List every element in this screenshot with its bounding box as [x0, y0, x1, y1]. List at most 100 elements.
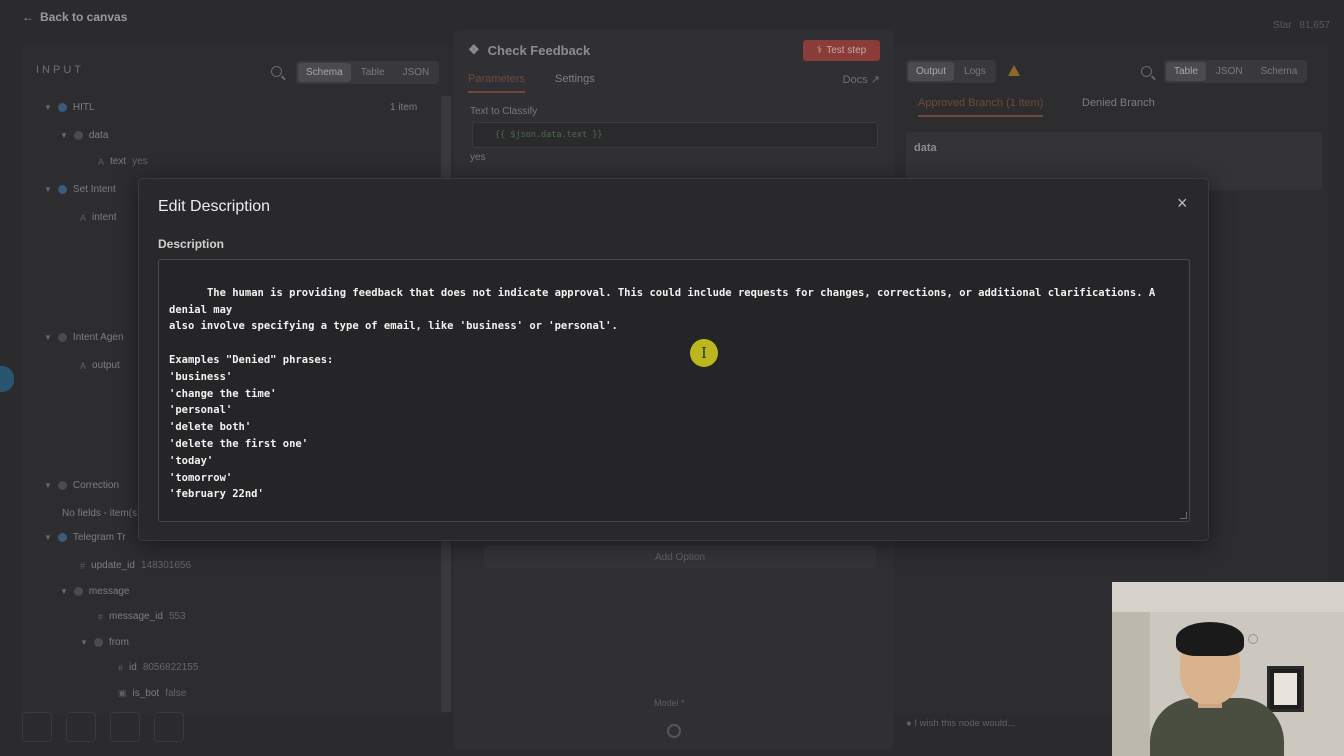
- ceiling: [1112, 582, 1344, 612]
- presenter-hair: [1176, 622, 1244, 656]
- tree-row[interactable]: ▣ is_bot false: [118, 688, 186, 699]
- tree-note: No fields - item(s: [62, 508, 138, 519]
- tab-denied-branch[interactable]: Denied Branch: [1082, 97, 1155, 109]
- text-cursor-icon: I: [701, 344, 707, 362]
- tab-json[interactable]: JSON: [1208, 62, 1251, 81]
- chevron-down-icon: ▼: [44, 481, 52, 490]
- arrow-left-icon: ←: [22, 10, 34, 24]
- object-icon: [73, 587, 83, 596]
- chevron-down-icon: ▼: [80, 638, 88, 647]
- text-to-classify-label: Text to Classify: [470, 106, 538, 117]
- node-icon: [57, 481, 67, 490]
- fit-view-button[interactable]: [22, 712, 52, 742]
- tree-value: 8056822155: [142, 662, 199, 673]
- tree-row[interactable]: ▼ HITL: [44, 102, 95, 113]
- expression-preview: yes: [470, 152, 486, 163]
- tree-row[interactable]: # id 8056822155: [118, 662, 198, 673]
- node-icon: [57, 333, 67, 342]
- star-label: Star: [1273, 20, 1292, 31]
- flask-icon: ⚕: [816, 45, 823, 56]
- add-option-button[interactable]: Add Option: [484, 546, 876, 568]
- star-button[interactable]: Star 81,657: [1273, 20, 1330, 31]
- number-type-icon: #: [80, 560, 86, 571]
- tab-logs[interactable]: Logs: [956, 62, 994, 81]
- docs-label: Docs: [842, 74, 868, 86]
- model-label: Model *: [654, 698, 685, 708]
- canvas-controls: [22, 712, 184, 742]
- input-header: INPUT: [36, 64, 84, 76]
- tab-table[interactable]: Table: [1166, 62, 1206, 81]
- tree-label: from: [108, 637, 129, 648]
- canvas-edge-handle: [0, 366, 14, 392]
- description-label: Description: [158, 237, 225, 251]
- output-tabs: Output Logs: [906, 60, 996, 83]
- tree-row[interactable]: ▼ data: [60, 130, 108, 141]
- chevron-down-icon: ▼: [60, 587, 68, 596]
- tree-row[interactable]: ▼ message: [60, 586, 130, 597]
- tab-json[interactable]: JSON: [395, 63, 438, 82]
- tree-label: Correction: [72, 480, 120, 491]
- description-textarea[interactable]: The human is providing feedback that doe…: [158, 259, 1190, 522]
- tab-parameters[interactable]: Parameters: [468, 73, 525, 93]
- chevron-down-icon: ▼: [60, 131, 68, 140]
- tree-label: id: [129, 662, 137, 673]
- lightbulb-icon: ●: [906, 718, 912, 729]
- tree-label: update_id: [91, 560, 135, 571]
- tab-output[interactable]: Output: [908, 62, 955, 81]
- tab-table[interactable]: Table: [353, 63, 393, 82]
- tab-settings[interactable]: Settings: [555, 73, 595, 85]
- warning-icon: [1008, 65, 1020, 76]
- tree-row[interactable]: # message_id 553: [98, 611, 186, 622]
- output-view-tabs: Table JSON Schema: [1164, 60, 1308, 83]
- tree-row[interactable]: A intent: [80, 212, 116, 223]
- search-icon[interactable]: [271, 66, 282, 77]
- tree-label: Telegram Tr: [72, 532, 126, 543]
- object-icon: [93, 638, 103, 647]
- tag-icon: ❖: [468, 42, 480, 57]
- close-icon[interactable]: ×: [1177, 194, 1188, 212]
- feedback-link[interactable]: ● I wish this node would...: [906, 718, 1015, 729]
- tree-row[interactable]: ▼ Correction: [44, 480, 119, 491]
- search-icon[interactable]: [1141, 66, 1152, 77]
- tree-row[interactable]: A output: [80, 360, 120, 371]
- gear-icon[interactable]: [667, 724, 681, 738]
- text-to-classify-input[interactable]: {{ $json.data.text }}: [472, 122, 878, 148]
- string-type-icon: A: [98, 156, 105, 167]
- tree-row[interactable]: ▼ Telegram Tr: [44, 532, 126, 543]
- boolean-type-icon: ▣: [118, 688, 127, 698]
- tree-label: message_id: [109, 611, 163, 622]
- tree-label: is_bot: [132, 688, 160, 699]
- tree-row[interactable]: ▼ from: [80, 637, 129, 648]
- tree-row[interactable]: # update_id 148301656: [80, 560, 191, 571]
- door: [1112, 612, 1150, 756]
- object-icon: [73, 131, 83, 140]
- zoom-out-button[interactable]: [110, 712, 140, 742]
- chevron-down-icon: ▼: [44, 533, 52, 542]
- picture-frame: [1267, 666, 1304, 712]
- chevron-down-icon: ▼: [44, 333, 52, 342]
- docs-link[interactable]: Docs ↗: [843, 73, 880, 86]
- tree-value: yes: [132, 156, 148, 167]
- tree-row[interactable]: ▼ Intent Agen: [44, 332, 124, 343]
- tab-schema[interactable]: Schema: [1253, 62, 1306, 81]
- string-type-icon: A: [80, 212, 87, 223]
- node-title-text: Check Feedback: [487, 42, 591, 58]
- tree-value: 553: [168, 611, 186, 622]
- node-icon: [57, 185, 67, 194]
- tab-schema[interactable]: Schema: [298, 63, 351, 82]
- tree-label: text: [110, 156, 127, 167]
- webcam-overlay: [1112, 582, 1344, 756]
- data-column-header: data: [914, 142, 937, 154]
- zoom-in-button[interactable]: [66, 712, 96, 742]
- tree-label: output: [92, 360, 120, 371]
- tree-row[interactable]: ▼ Set Intent: [44, 184, 116, 195]
- string-type-icon: A: [80, 360, 87, 371]
- modal-title: Edit Description: [158, 198, 271, 215]
- resize-handle[interactable]: [1180, 512, 1187, 519]
- back-to-canvas-link[interactable]: ← Back to canvas: [22, 10, 127, 24]
- undo-button[interactable]: [154, 712, 184, 742]
- test-step-button[interactable]: ⚕ Test step: [803, 40, 880, 61]
- tree-row[interactable]: A text yes: [98, 156, 148, 167]
- tree-value: false: [165, 688, 187, 699]
- tab-approved-branch[interactable]: Approved Branch (1 item): [918, 97, 1044, 117]
